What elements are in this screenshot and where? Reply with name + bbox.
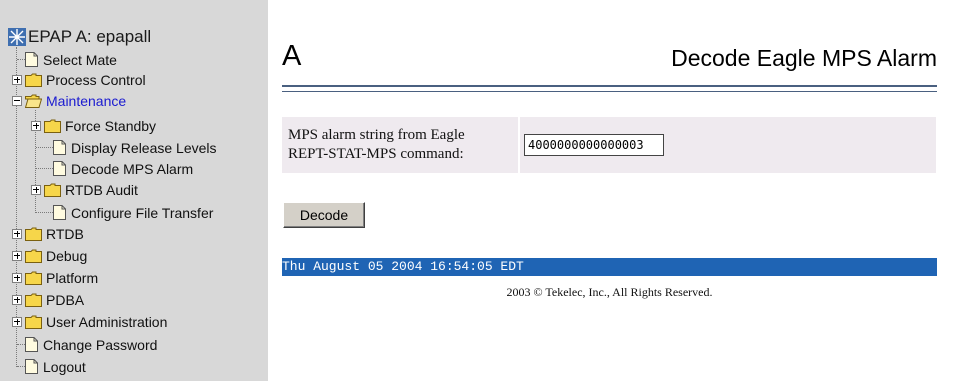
page-icon <box>53 161 66 176</box>
page-icon <box>25 52 38 67</box>
folder-icon <box>25 227 42 241</box>
tree-item-pdba[interactable]: PDBA <box>12 290 84 309</box>
decode-button[interactable]: Decode <box>283 202 365 228</box>
expand-icon[interactable] <box>31 184 41 195</box>
tree-item-process-control[interactable]: Process Control <box>12 70 146 89</box>
server-icon <box>8 28 26 46</box>
expand-icon[interactable] <box>12 272 22 283</box>
folder-icon <box>44 183 61 197</box>
folder-open-icon <box>25 94 42 108</box>
timestamp-bar: Thu August 05 2004 16:54:05 EDT <box>282 258 937 276</box>
tree-item-configure-file-transfer[interactable]: Configure File Transfer <box>53 203 213 222</box>
tree-item-force-standby[interactable]: Force Standby <box>31 116 156 135</box>
alarm-string-input[interactable] <box>524 134 664 156</box>
folder-icon <box>44 119 61 133</box>
expand-icon[interactable] <box>12 74 22 85</box>
expand-icon[interactable] <box>12 294 22 305</box>
folder-icon <box>25 271 42 285</box>
page-icon <box>25 359 38 374</box>
tree-item-decode-mps-alarm[interactable]: Decode MPS Alarm <box>53 159 193 178</box>
alarm-string-label: MPS alarm string from Eagle REPT-STAT-MP… <box>288 127 465 162</box>
navigation-tree: EPAP A: epapall Select Mate Process Cont… <box>0 0 268 381</box>
tree-item-rtdb-audit[interactable]: RTDB Audit <box>31 180 138 199</box>
page-title: Decode Eagle MPS Alarm <box>671 45 937 71</box>
tree-root-label: EPAP A: epapall <box>28 27 152 46</box>
expand-icon[interactable] <box>12 250 22 261</box>
page-icon <box>53 205 66 220</box>
tree-item-select-mate[interactable]: Select Mate <box>25 50 117 69</box>
tree-item-user-administration[interactable]: User Administration <box>12 312 167 331</box>
tree-item-platform[interactable]: Platform <box>12 268 98 287</box>
page-header: A Decode Eagle MPS Alarm <box>282 40 937 80</box>
title-divider <box>282 91 937 92</box>
alarm-form: MPS alarm string from Eagle REPT-STAT-MP… <box>282 117 936 173</box>
folder-icon <box>25 315 42 329</box>
expand-icon[interactable] <box>31 120 41 131</box>
copyright-text: 2003 © Tekelec, Inc., All Rights Reserve… <box>506 285 713 299</box>
collapse-icon[interactable] <box>12 95 22 106</box>
tree-item-maintenance[interactable]: Maintenance <box>12 91 126 110</box>
tree-item-display-release-levels[interactable]: Display Release Levels <box>53 138 217 157</box>
page-icon <box>25 337 38 352</box>
expand-icon[interactable] <box>12 228 22 239</box>
server-letter: A <box>282 40 302 72</box>
expand-icon[interactable] <box>12 316 22 327</box>
tree-item-change-password[interactable]: Change Password <box>25 335 157 354</box>
folder-icon <box>25 73 42 87</box>
tree-item-debug[interactable]: Debug <box>12 246 87 265</box>
folder-icon <box>25 293 42 307</box>
title-divider <box>282 85 937 87</box>
tree-item-rtdb[interactable]: RTDB <box>12 224 84 243</box>
tree-item-logout[interactable]: Logout <box>25 357 86 376</box>
page-icon <box>53 140 66 155</box>
tree-root[interactable]: EPAP A: epapall <box>8 27 151 47</box>
folder-icon <box>25 249 42 263</box>
